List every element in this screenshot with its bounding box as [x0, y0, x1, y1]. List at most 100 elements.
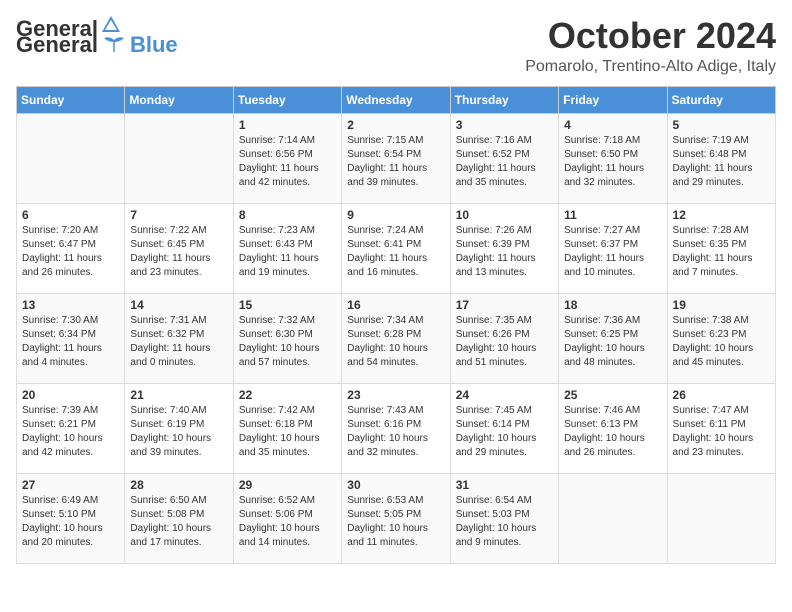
day-info: Sunrise: 7:38 AM Sunset: 6:23 PM Dayligh…	[673, 314, 770, 370]
day-info: Sunrise: 7:43 AM Sunset: 6:16 PM Dayligh…	[347, 404, 444, 460]
day-info: Sunrise: 7:26 AM Sunset: 6:39 PM Dayligh…	[456, 224, 553, 280]
logo-general-text2: General	[16, 32, 98, 58]
calendar-cell: 28 Sunrise: 6:50 AM Sunset: 5:08 PM Dayli…	[125, 473, 233, 563]
calendar-cell: 25 Sunrise: 7:46 AM Sunset: 6:13 PM Dayli…	[559, 383, 667, 473]
day-number: 7	[130, 208, 227, 222]
day-info: Sunrise: 7:19 AM Sunset: 6:48 PM Dayligh…	[673, 134, 770, 190]
day-number: 28	[130, 478, 227, 492]
calendar-header-tuesday: Tuesday	[233, 86, 341, 113]
calendar-cell	[125, 113, 233, 203]
calendar-header-saturday: Saturday	[667, 86, 775, 113]
calendar-week-row: 1Sunrise: 7:14 AM Sunset: 6:56 PM Daylig…	[17, 113, 776, 203]
calendar-cell: 10 Sunrise: 7:26 AM Sunset: 6:39 PM Dayli…	[450, 203, 558, 293]
month-year-title: October 2024	[525, 16, 776, 56]
calendar-cell: 19 Sunrise: 7:38 AM Sunset: 6:23 PM Dayli…	[667, 293, 775, 383]
day-info: Sunrise: 7:34 AM Sunset: 6:28 PM Dayligh…	[347, 314, 444, 370]
day-number: 4	[564, 118, 661, 132]
calendar-header-thursday: Thursday	[450, 86, 558, 113]
day-number: 17	[456, 298, 553, 312]
day-info: Sunrise: 7:47 AM Sunset: 6:11 PM Dayligh…	[673, 404, 770, 460]
logo-bird-icon	[100, 34, 128, 56]
day-number: 23	[347, 388, 444, 402]
day-number: 11	[564, 208, 661, 222]
calendar-cell: 24Sunrise: 7:45 AM Sunset: 6:14 PM Dayli…	[450, 383, 558, 473]
day-number: 9	[347, 208, 444, 222]
calendar-week-row: 6 Sunrise: 7:20 AM Sunset: 6:47 PM Daylig…	[17, 203, 776, 293]
day-number: 18	[564, 298, 661, 312]
day-info: Sunrise: 6:50 AM Sunset: 5:08 PM Dayligh…	[130, 494, 227, 550]
title-section: October 2024 Pomarolo, Trentino-Alto Adi…	[525, 16, 776, 76]
day-info: Sunrise: 7:39 AM Sunset: 6:21 PM Dayligh…	[22, 404, 119, 460]
day-number: 29	[239, 478, 336, 492]
day-number: 12	[673, 208, 770, 222]
day-info: Sunrise: 7:14 AM Sunset: 6:56 PM Dayligh…	[239, 134, 336, 190]
logo: General General Blue	[16, 16, 178, 58]
day-number: 10	[456, 208, 553, 222]
day-info: Sunrise: 7:31 AM Sunset: 6:32 PM Dayligh…	[130, 314, 227, 370]
calendar-cell: 18 Sunrise: 7:36 AM Sunset: 6:25 PM Dayli…	[559, 293, 667, 383]
calendar-header-sunday: Sunday	[17, 86, 125, 113]
calendar-cell: 16 Sunrise: 7:34 AM Sunset: 6:28 PM Dayli…	[342, 293, 450, 383]
day-info: Sunrise: 7:27 AM Sunset: 6:37 PM Dayligh…	[564, 224, 661, 280]
calendar-week-row: 20 Sunrise: 7:39 AM Sunset: 6:21 PM Dayli…	[17, 383, 776, 473]
day-info: Sunrise: 7:46 AM Sunset: 6:13 PM Dayligh…	[564, 404, 661, 460]
calendar-cell: 3Sunrise: 7:16 AM Sunset: 6:52 PM Daylig…	[450, 113, 558, 203]
day-number: 8	[239, 208, 336, 222]
calendar-cell: 20 Sunrise: 7:39 AM Sunset: 6:21 PM Dayli…	[17, 383, 125, 473]
calendar-cell: 21Sunrise: 7:40 AM Sunset: 6:19 PM Dayli…	[125, 383, 233, 473]
day-info: Sunrise: 7:35 AM Sunset: 6:26 PM Dayligh…	[456, 314, 553, 370]
calendar-cell: 26 Sunrise: 7:47 AM Sunset: 6:11 PM Dayli…	[667, 383, 775, 473]
day-info: Sunrise: 6:53 AM Sunset: 5:05 PM Dayligh…	[347, 494, 444, 550]
day-info: Sunrise: 7:42 AM Sunset: 6:18 PM Dayligh…	[239, 404, 336, 460]
day-info: Sunrise: 7:22 AM Sunset: 6:45 PM Dayligh…	[130, 224, 227, 280]
calendar-header-monday: Monday	[125, 86, 233, 113]
day-number: 20	[22, 388, 119, 402]
calendar-cell: 27 Sunrise: 6:49 AM Sunset: 5:10 PM Dayli…	[17, 473, 125, 563]
calendar-cell: 31Sunrise: 6:54 AM Sunset: 5:03 PM Dayli…	[450, 473, 558, 563]
logo-blue-text: Blue	[130, 32, 178, 58]
day-number: 5	[673, 118, 770, 132]
day-number: 6	[22, 208, 119, 222]
day-info: Sunrise: 7:30 AM Sunset: 6:34 PM Dayligh…	[22, 314, 119, 370]
day-info: Sunrise: 7:36 AM Sunset: 6:25 PM Dayligh…	[564, 314, 661, 370]
day-number: 25	[564, 388, 661, 402]
calendar-cell: 2Sunrise: 7:15 AM Sunset: 6:54 PM Daylig…	[342, 113, 450, 203]
calendar-cell	[667, 473, 775, 563]
day-info: Sunrise: 6:49 AM Sunset: 5:10 PM Dayligh…	[22, 494, 119, 550]
calendar-cell: 14Sunrise: 7:31 AM Sunset: 6:32 PM Dayli…	[125, 293, 233, 383]
calendar-cell: 23 Sunrise: 7:43 AM Sunset: 6:16 PM Dayli…	[342, 383, 450, 473]
calendar-cell: 8 Sunrise: 7:23 AM Sunset: 6:43 PM Daylig…	[233, 203, 341, 293]
calendar-cell: 22 Sunrise: 7:42 AM Sunset: 6:18 PM Dayli…	[233, 383, 341, 473]
day-number: 24	[456, 388, 553, 402]
calendar-cell	[559, 473, 667, 563]
calendar-cell: 13 Sunrise: 7:30 AM Sunset: 6:34 PM Dayli…	[17, 293, 125, 383]
calendar-header-friday: Friday	[559, 86, 667, 113]
page-header: General General Blue October 2024 Pomaro…	[16, 16, 776, 76]
calendar-cell: 17 Sunrise: 7:35 AM Sunset: 6:26 PM Dayli…	[450, 293, 558, 383]
calendar-cell: 4Sunrise: 7:18 AM Sunset: 6:50 PM Daylig…	[559, 113, 667, 203]
day-number: 19	[673, 298, 770, 312]
day-info: Sunrise: 7:20 AM Sunset: 6:47 PM Dayligh…	[22, 224, 119, 280]
day-number: 16	[347, 298, 444, 312]
day-info: Sunrise: 7:32 AM Sunset: 6:30 PM Dayligh…	[239, 314, 336, 370]
day-number: 2	[347, 118, 444, 132]
day-info: Sunrise: 7:28 AM Sunset: 6:35 PM Dayligh…	[673, 224, 770, 280]
day-number: 22	[239, 388, 336, 402]
calendar-cell: 30 Sunrise: 6:53 AM Sunset: 5:05 PM Dayli…	[342, 473, 450, 563]
day-number: 15	[239, 298, 336, 312]
day-number: 26	[673, 388, 770, 402]
calendar-cell: 11 Sunrise: 7:27 AM Sunset: 6:37 PM Dayli…	[559, 203, 667, 293]
day-number: 13	[22, 298, 119, 312]
day-info: Sunrise: 7:16 AM Sunset: 6:52 PM Dayligh…	[456, 134, 553, 190]
calendar-table: SundayMondayTuesdayWednesdayThursdayFrid…	[16, 86, 776, 564]
day-info: Sunrise: 7:23 AM Sunset: 6:43 PM Dayligh…	[239, 224, 336, 280]
day-number: 21	[130, 388, 227, 402]
calendar-week-row: 13 Sunrise: 7:30 AM Sunset: 6:34 PM Dayli…	[17, 293, 776, 383]
day-number: 30	[347, 478, 444, 492]
calendar-cell: 6 Sunrise: 7:20 AM Sunset: 6:47 PM Daylig…	[17, 203, 125, 293]
calendar-week-row: 27 Sunrise: 6:49 AM Sunset: 5:10 PM Dayli…	[17, 473, 776, 563]
day-info: Sunrise: 6:54 AM Sunset: 5:03 PM Dayligh…	[456, 494, 553, 550]
calendar-header-wednesday: Wednesday	[342, 86, 450, 113]
calendar-cell: 1Sunrise: 7:14 AM Sunset: 6:56 PM Daylig…	[233, 113, 341, 203]
day-number: 27	[22, 478, 119, 492]
